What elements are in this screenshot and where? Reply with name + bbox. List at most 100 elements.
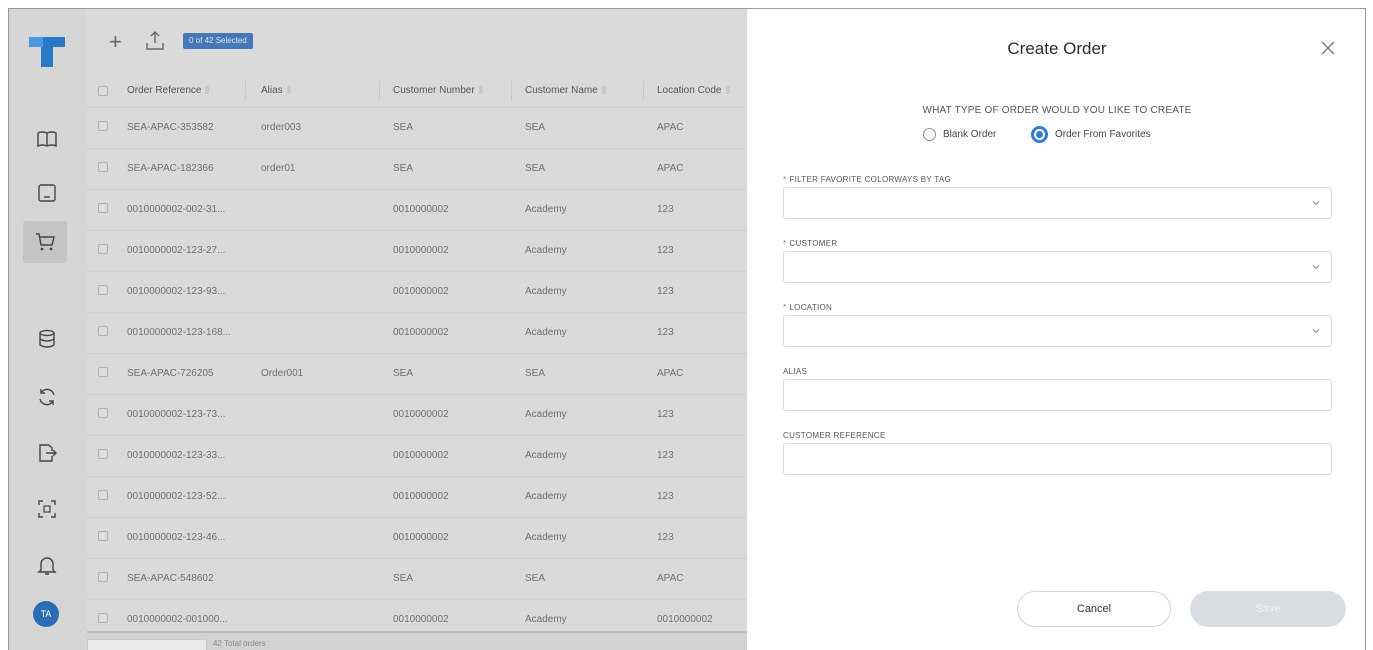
location-code-cell: 123: [657, 409, 674, 420]
row-checkbox[interactable]: [98, 408, 108, 418]
row-checkbox[interactable]: [98, 449, 108, 459]
location-select[interactable]: [783, 315, 1332, 347]
cancel-button[interactable]: Cancel: [1017, 591, 1171, 627]
column-header-customer-name[interactable]: Customer Name: [525, 75, 606, 107]
row-checkbox[interactable]: [98, 162, 108, 172]
table-row[interactable]: SEA-APAC-182366 order01 SEA SEA APAC: [87, 148, 747, 189]
column-header-customer-number[interactable]: Customer Number: [393, 75, 483, 107]
tablet-icon[interactable]: [29, 175, 65, 211]
sort-icon: [205, 86, 210, 95]
row-checkbox[interactable]: [98, 121, 108, 131]
customer-name-cell: Academy: [525, 532, 567, 543]
add-icon[interactable]: +: [109, 31, 122, 53]
customer-number-cell: SEA: [393, 573, 414, 584]
column-header-order-reference[interactable]: Order Reference: [127, 75, 210, 107]
customer-name-cell: Academy: [525, 327, 567, 338]
table-row[interactable]: 0010000002-123-27... 0010000002 Academy 123: [87, 230, 747, 271]
column-divider[interactable]: [511, 81, 512, 101]
table-row[interactable]: 0010000002-123-33... 0010000002 Academy 123: [87, 435, 747, 476]
alias-label: ALIAS: [783, 367, 808, 376]
customer-select[interactable]: [783, 251, 1332, 283]
row-checkbox[interactable]: [98, 285, 108, 295]
row-checkbox[interactable]: [98, 244, 108, 254]
table-row[interactable]: SEA-APAC-726205 Order001 SEA SEA APAC: [87, 353, 747, 394]
customer-name-cell: Academy: [525, 409, 567, 420]
order-reference-cell: 0010000002-123-33...: [127, 450, 226, 461]
column-header-alias[interactable]: Alias: [261, 75, 291, 107]
table-header: Order Reference Alias Customer Number Cu…: [87, 75, 747, 107]
location-code-cell: 123: [657, 245, 674, 256]
customer-number-cell: 0010000002: [393, 450, 449, 461]
table-footer: 42 Total orders: [87, 631, 747, 650]
scan-icon[interactable]: [29, 491, 65, 527]
order-reference-cell: 0010000002-002-31...: [127, 204, 226, 215]
location-code-cell: 123: [657, 327, 674, 338]
sync-icon[interactable]: [29, 379, 65, 415]
location-code-cell: 123: [657, 204, 674, 215]
order-reference-cell: 0010000002-123-93...: [127, 286, 226, 297]
location-code-cell: 123: [657, 491, 674, 502]
pagination-control[interactable]: [87, 639, 207, 650]
customer-name-cell: Academy: [525, 286, 567, 297]
table-row[interactable]: 0010000002-123-52... 0010000002 Academy 123: [87, 476, 747, 517]
radio-order-from-favorites[interactable]: Order From Favorites: [1031, 125, 1151, 143]
table-row[interactable]: SEA-APAC-353582 order003 SEA SEA APAC: [87, 107, 747, 148]
export-icon[interactable]: [29, 435, 65, 471]
selection-count-badge: 0 of 42 Selected: [183, 33, 253, 49]
row-checkbox[interactable]: [98, 367, 108, 377]
table-row[interactable]: 0010000002-002-31... 0010000002 Academy 123: [87, 189, 747, 230]
order-type-question: WHAT TYPE OF ORDER WOULD YOU LIKE TO CRE…: [922, 105, 1192, 116]
column-divider[interactable]: [379, 81, 380, 101]
close-icon[interactable]: [1319, 39, 1337, 57]
create-order-panel: Create Order WHAT TYPE OF ORDER WOULD YO…: [747, 9, 1365, 650]
orders-table-area: + 0 of 42 Selected Order Reference Alias…: [87, 9, 747, 650]
book-icon[interactable]: [29, 121, 65, 157]
table-row[interactable]: 0010000002-123-46... 0010000002 Academy 123: [87, 517, 747, 558]
select-all-checkbox[interactable]: [98, 86, 108, 96]
order-reference-cell: SEA-APAC-726205: [127, 368, 214, 379]
alias-input[interactable]: [783, 379, 1332, 411]
column-divider[interactable]: [245, 81, 246, 101]
order-reference-cell: 0010000002-123-52...: [127, 491, 226, 502]
required-marker: *: [783, 303, 787, 312]
total-orders-count: 42 Total orders: [213, 639, 266, 648]
customer-number-cell: SEA: [393, 122, 414, 133]
app-logo-icon[interactable]: [27, 35, 67, 69]
location-code-cell: APAC: [657, 163, 684, 174]
customer-number-cell: SEA: [393, 163, 414, 174]
row-checkbox[interactable]: [98, 490, 108, 500]
table-row[interactable]: 0010000002-123-73... 0010000002 Academy 123: [87, 394, 747, 435]
save-button[interactable]: Save: [1190, 591, 1346, 627]
location-code-cell: 123: [657, 450, 674, 461]
customer-name-cell: Academy: [525, 450, 567, 461]
table-row[interactable]: 0010000002-123-168... 0010000002 Academy 12…: [87, 312, 747, 353]
column-divider[interactable]: [643, 81, 644, 101]
database-icon[interactable]: [29, 321, 65, 357]
upload-icon[interactable]: [143, 29, 167, 53]
bell-icon[interactable]: [29, 547, 65, 583]
avatar[interactable]: TA: [33, 601, 59, 627]
order-reference-cell: 0010000002-123-46...: [127, 532, 226, 543]
row-checkbox[interactable]: [98, 572, 108, 582]
customer-name-cell: SEA: [525, 573, 546, 584]
row-checkbox[interactable]: [98, 326, 108, 336]
table-row[interactable]: SEA-APAC-548602 SEA SEA APAC: [87, 558, 747, 599]
required-marker: *: [783, 175, 787, 184]
modal-title: Create Order: [1007, 39, 1107, 58]
app-frame: TA + 0 of 42 Selected Order Reference Al…: [8, 8, 1366, 650]
chevron-down-icon: [1312, 201, 1320, 206]
order-reference-cell: 0010000002-123-168...: [127, 327, 231, 338]
radio-button-selected[interactable]: [1031, 125, 1048, 143]
column-header-location-code[interactable]: Location Code: [657, 75, 730, 107]
row-checkbox[interactable]: [98, 203, 108, 213]
radio-button[interactable]: [923, 127, 936, 141]
customer-number-cell: 0010000002: [393, 409, 449, 420]
table-row[interactable]: 0010000002-123-93... 0010000002 Academy 123: [87, 271, 747, 312]
row-checkbox[interactable]: [98, 531, 108, 541]
customer-reference-input[interactable]: [783, 443, 1332, 475]
radio-label: Blank Order: [943, 128, 997, 140]
cart-icon[interactable]: [23, 221, 67, 263]
filter-tag-select[interactable]: [783, 187, 1332, 219]
row-checkbox[interactable]: [98, 613, 108, 623]
radio-blank-order[interactable]: Blank Order: [923, 125, 996, 143]
